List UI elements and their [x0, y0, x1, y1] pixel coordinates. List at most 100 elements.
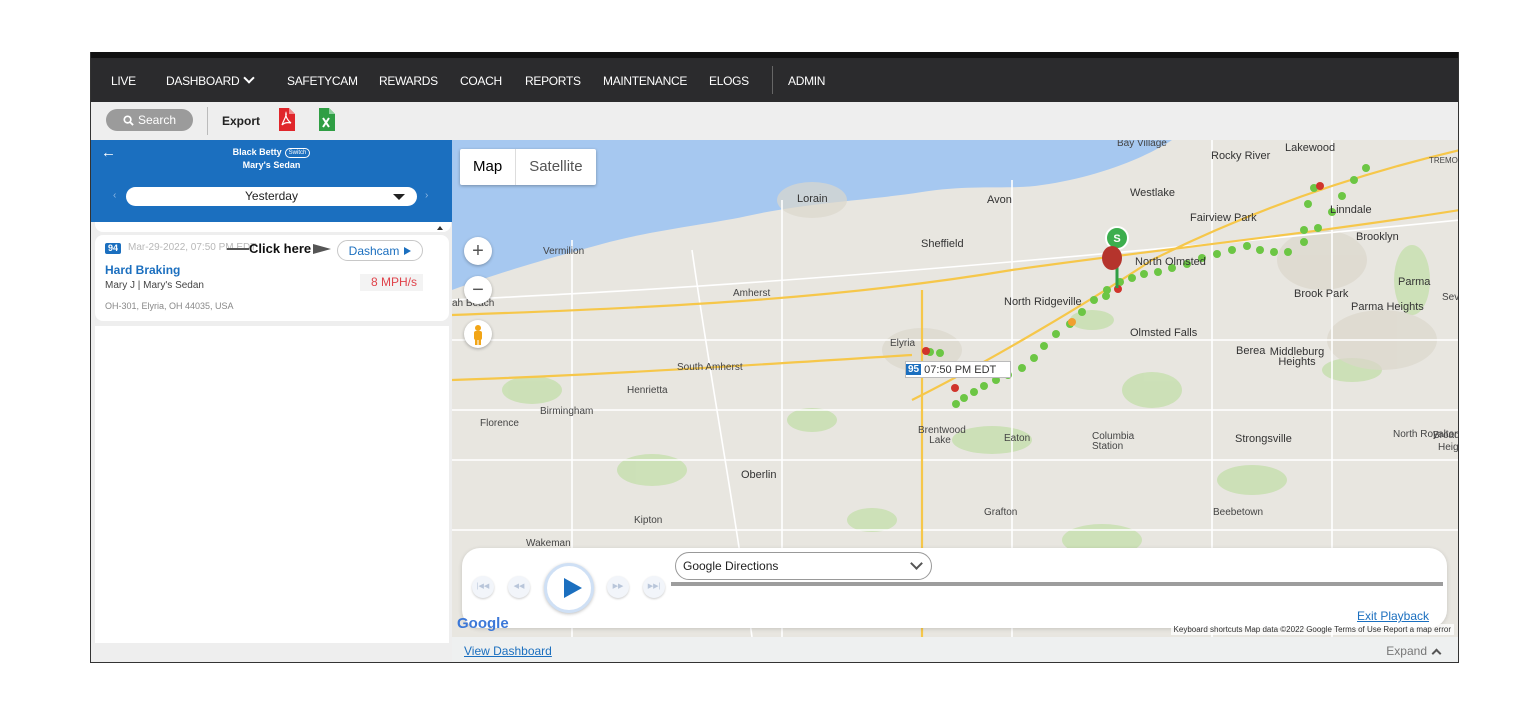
- scroll-up-icon[interactable]: [437, 226, 443, 230]
- view-dashboard-link[interactable]: View Dashboard: [464, 644, 552, 658]
- place-label: Oberlin: [741, 469, 777, 481]
- expand-button[interactable]: Expand: [1386, 644, 1442, 659]
- place-label: Amherst: [733, 288, 771, 299]
- chevron-down-icon: [243, 72, 255, 84]
- nav-dashboard[interactable]: DASHBOARD: [166, 72, 255, 88]
- driver-name: Black Betty Switch: [91, 147, 452, 158]
- date-select-value: Yesterday: [245, 189, 298, 203]
- fast-forward-button[interactable]: ▶▶: [607, 576, 629, 598]
- top-nav: LIVE DASHBOARD SAFETYCAM REWARDS COACH R…: [91, 52, 1458, 102]
- event-driver-vehicle: Mary J | Mary's Sedan: [105, 280, 204, 291]
- event-list-body: [95, 326, 449, 643]
- place-label: Avon: [987, 194, 1012, 206]
- place-label: Henrietta: [627, 385, 668, 396]
- place-label: Vermilion: [543, 246, 585, 257]
- chevron-down-icon: [910, 557, 923, 570]
- pegman-figure: [474, 325, 482, 345]
- place-label: Westlake: [1130, 187, 1176, 199]
- place-label: South Amherst: [677, 362, 743, 373]
- event-card[interactable]: 94 Mar-29-2022, 07:50 PM EDT Click here …: [95, 235, 449, 321]
- nav-live[interactable]: LIVE: [111, 74, 136, 88]
- exit-playback-link[interactable]: Exit Playback: [1357, 609, 1429, 623]
- directions-select[interactable]: Google Directions: [675, 552, 932, 580]
- zoom-out-button[interactable]: −: [464, 276, 492, 304]
- tab-map[interactable]: Map: [460, 149, 515, 185]
- place-label: Fairview Park: [1190, 212, 1257, 224]
- street-view-pegman-icon[interactable]: [464, 320, 492, 348]
- place-label: Grafton: [984, 507, 1018, 518]
- annotation-arrow-head: [313, 244, 331, 254]
- tooltip-time: 07:50 PM EDT: [924, 363, 997, 376]
- nav-admin[interactable]: ADMIN: [788, 74, 825, 88]
- place-label: Sev: [1442, 292, 1459, 303]
- place-label: Beebetown: [1213, 507, 1264, 518]
- date-select[interactable]: Yesterday: [126, 187, 417, 206]
- annotation-label: Click here: [249, 241, 312, 256]
- map[interactable]: S Bay Village Lakewood Rocky River Westl…: [452, 140, 1459, 637]
- prev-day-icon[interactable]: ‹: [113, 190, 116, 201]
- nav-coach[interactable]: COACH: [460, 74, 502, 88]
- nav-dashboard-label: DASHBOARD: [166, 74, 240, 88]
- place-label: Kipton: [634, 515, 663, 526]
- search-icon: [123, 114, 134, 126]
- list-header-spacer: [95, 222, 451, 232]
- nav-rewards[interactable]: REWARDS: [379, 74, 438, 88]
- place-label: Olmsted Falls: [1130, 327, 1198, 339]
- nav-divider: [772, 66, 773, 94]
- bottom-bar: View Dashboard Expand: [452, 637, 1458, 662]
- switch-button[interactable]: Switch: [284, 147, 311, 158]
- rewind-button[interactable]: ◀◀: [508, 576, 530, 598]
- place-label: Parma Heights: [1351, 301, 1424, 313]
- event-time-tooltip[interactable]: 95 07:50 PM EDT: [905, 361, 1012, 378]
- skip-start-button[interactable]: |◀◀: [472, 576, 494, 598]
- search-button[interactable]: Search: [106, 109, 193, 131]
- svg-text:S: S: [1113, 233, 1120, 245]
- expand-label: Expand: [1386, 644, 1427, 658]
- caret-down-icon: [393, 194, 405, 200]
- dashcam-button[interactable]: Dashcam: [337, 240, 423, 261]
- zoom-in-button[interactable]: +: [464, 237, 492, 265]
- playback-progress-track[interactable]: [671, 582, 1443, 586]
- place-label: Broad: [1433, 430, 1459, 441]
- next-day-icon[interactable]: ›: [425, 190, 428, 201]
- tab-satellite[interactable]: Satellite: [515, 149, 595, 185]
- play-icon: [404, 246, 412, 255]
- playback-controls: |◀◀ ◀◀ ▶▶ ▶▶| Google Directions Exit Pla…: [462, 548, 1447, 628]
- event-address: OH-301, Elyria, OH 44035, USA: [105, 301, 234, 311]
- place-label: Rocky River: [1211, 150, 1271, 162]
- place-label: Columbia Station: [1092, 431, 1135, 452]
- nav-maintenance[interactable]: MAINTENANCE: [603, 74, 687, 88]
- place-label: Florence: [480, 418, 519, 429]
- app-window: LIVE DASHBOARD SAFETYCAM REWARDS COACH R…: [90, 52, 1459, 663]
- toolbar-divider: [207, 107, 208, 135]
- place-label: North Ridgeville: [1004, 296, 1082, 308]
- place-label: Lorain: [797, 193, 828, 205]
- nav-safetycam[interactable]: SAFETYCAM: [287, 74, 358, 88]
- place-label: Linndale: [1330, 204, 1372, 216]
- play-button[interactable]: [544, 563, 594, 613]
- place-label: Lakewood: [1285, 142, 1336, 154]
- event-type: Hard Braking: [105, 263, 181, 277]
- place-label: Brooklyn: [1356, 231, 1399, 243]
- event-number-badge: 94: [105, 243, 122, 254]
- nav-elogs[interactable]: ELOGS: [709, 74, 749, 88]
- place-label: Middleburg Heights: [1269, 346, 1325, 368]
- pdf-icon[interactable]: [277, 108, 295, 131]
- excel-icon[interactable]: [317, 108, 335, 131]
- map-type-control: Map Satellite: [460, 149, 596, 185]
- trip-panel: ← Black Betty Switch Mary's Sedan ‹ Yeste…: [91, 140, 452, 662]
- dashcam-label: Dashcam: [348, 243, 400, 258]
- toolbar: Search Export: [91, 102, 1458, 140]
- place-label: Berea: [1236, 345, 1266, 357]
- place-label: Parma: [1398, 276, 1431, 288]
- place-label: Bay Village: [1117, 140, 1167, 149]
- place-label: North Olmsted: [1135, 256, 1206, 268]
- driver-name-text: Black Betty: [232, 147, 282, 157]
- nav-reports[interactable]: REPORTS: [525, 74, 581, 88]
- search-label: Search: [137, 113, 177, 127]
- place-label: TREMO: [1429, 156, 1458, 165]
- play-icon: [564, 578, 582, 598]
- directions-select-value: Google Directions: [683, 559, 779, 573]
- skip-end-button[interactable]: ▶▶|: [643, 576, 665, 598]
- place-label: Brentwood Lake: [918, 425, 966, 446]
